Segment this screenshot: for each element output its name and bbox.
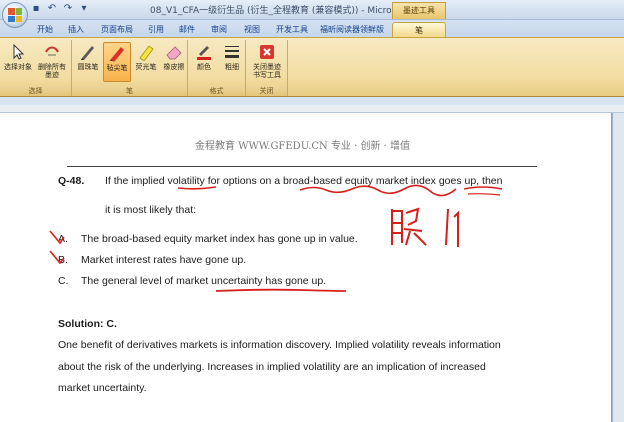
ink-underline-goes-up-2 — [467, 193, 501, 196]
document-area: 金程教育 WWW.GFEDU.CN 专业 · 创新 · 增值 Q-48. If … — [0, 113, 624, 422]
highlighter-icon — [139, 45, 154, 61]
office-button[interactable] — [2, 2, 28, 28]
word-window: ▪ ↶ ↷ ▾ 08_V1_CFA一级衍生品 (衍生_全程教育 (兼容模式)) … — [0, 0, 624, 422]
option-b-letter: B. — [58, 254, 68, 266]
office-logo-icon — [8, 8, 22, 22]
highlighter-label: 荧光笔 — [135, 63, 157, 71]
erase-ink-icon — [45, 46, 59, 56]
color-label: 颜色 — [197, 63, 211, 71]
felt-tip-pen-icon — [110, 47, 124, 62]
weight-button[interactable]: 粗细 — [218, 42, 246, 82]
ink-underline-goes-up — [463, 186, 503, 190]
tab-view[interactable]: 视图 — [240, 22, 264, 37]
group-select: 选择对象 删除所有墨迹 选择 — [0, 40, 72, 96]
tab-insert[interactable]: 插入 — [63, 22, 89, 37]
group-select-label: 选择 — [0, 86, 71, 96]
close-ink-tools-label: 关闭墨迹书写工具 — [253, 63, 281, 79]
ballpoint-pen-icon — [81, 46, 94, 60]
question-line-2: it is most likely that: — [105, 204, 197, 216]
option-a-letter: A. — [58, 233, 68, 245]
ink-handwriting — [391, 207, 459, 247]
tab-review[interactable]: 审阅 — [207, 22, 231, 37]
tab-developer[interactable]: 开发工具 — [272, 22, 312, 37]
select-objects-button[interactable]: 选择对象 — [4, 42, 32, 82]
header-rule — [67, 166, 537, 167]
tab-home[interactable]: 开始 — [32, 22, 58, 37]
ballpoint-pen-label: 圆珠笔 — [77, 63, 99, 71]
ribbon-footer — [0, 97, 624, 105]
line-weight-icon — [225, 46, 239, 58]
weight-label: 粗细 — [225, 63, 239, 71]
option-b-text: Market interest rates have gone up. — [81, 254, 247, 266]
option-a-text: The broad-based equity market index has … — [81, 233, 358, 245]
group-pens: 圆珠笔 毡尖笔 荧光笔 橡皮擦 笔 — [72, 40, 188, 96]
solution-heading: Solution: C. — [58, 318, 117, 330]
question-line-1: If the implied volatility for options on… — [105, 175, 503, 187]
group-pens-label: 笔 — [72, 86, 187, 96]
highlighter-button[interactable]: 荧光笔 — [132, 42, 160, 82]
erase-all-ink-button[interactable]: 删除所有墨迹 — [36, 42, 68, 82]
cursor-arrow-icon — [13, 43, 25, 60]
tab-pens[interactable]: 笔 — [392, 22, 446, 37]
ink-tools-context-header: 墨迹工具 — [392, 2, 446, 19]
vertical-scrollbar[interactable] — [612, 113, 624, 422]
save-icon[interactable]: ▪ — [30, 3, 42, 15]
felt-tip-pen-label: 毡尖笔 — [106, 64, 128, 72]
felt-tip-pen-button[interactable]: 毡尖笔 — [103, 42, 131, 82]
redo-icon[interactable]: ↷ — [62, 3, 74, 15]
color-button[interactable]: 颜色 — [190, 42, 218, 82]
tab-foxit-reader[interactable]: 福昕阅读器领鲜版 — [318, 22, 386, 37]
pen-color-icon — [197, 46, 211, 60]
eraser-button[interactable]: 橡皮擦 — [160, 42, 188, 82]
group-close: 关闭墨迹书写工具 关闭 — [246, 40, 288, 96]
close-icon — [260, 45, 274, 59]
quick-access-toolbar: ▪ ↶ ↷ ▾ — [30, 3, 90, 15]
ballpoint-pen-button[interactable]: 圆珠笔 — [74, 42, 102, 82]
option-c-text: The general level of market uncertainty … — [81, 275, 327, 287]
option-c-letter: C. — [58, 275, 69, 287]
ink-underline-volatility — [177, 186, 217, 190]
undo-icon[interactable]: ↶ — [46, 3, 58, 15]
tab-mailings[interactable]: 邮件 — [175, 22, 199, 37]
ribbon-tabs: 开始 插入 页面布局 引用 邮件 审阅 视图 开发工具 福昕阅读器领鲜版 笔 — [0, 20, 624, 38]
ink-underline-option-c — [215, 288, 347, 292]
solution-line-2: about the risk of the underlying. Increa… — [58, 361, 486, 373]
solution-line-3: market uncertainty. — [58, 382, 147, 394]
question-number: Q-48. — [58, 175, 85, 187]
group-format: 颜色 粗细 格式 — [188, 40, 246, 96]
ribbon: 选择对象 删除所有墨迹 选择 圆珠笔 毡尖笔 荧光笔 橡皮擦 笔 颜色 粗细 格… — [0, 37, 624, 97]
ink-annotations — [49, 184, 503, 292]
select-objects-label: 选择对象 — [4, 63, 32, 71]
close-ink-tools-button[interactable]: 关闭墨迹书写工具 — [250, 42, 284, 82]
tab-page-layout[interactable]: 页面布局 — [95, 22, 139, 37]
group-close-label: 关闭 — [246, 86, 287, 96]
erase-all-ink-label: 删除所有墨迹 — [38, 63, 66, 79]
eraser-label: 橡皮擦 — [163, 63, 185, 71]
horizontal-ruler[interactable] — [0, 105, 624, 113]
title-bar: ▪ ↶ ↷ ▾ 08_V1_CFA一级衍生品 (衍生_全程教育 (兼容模式)) … — [0, 0, 624, 20]
group-format-label: 格式 — [188, 86, 245, 96]
page-header: 金程教育 WWW.GFEDU.CN 专业 · 创新 · 增值 — [195, 141, 411, 152]
tab-references[interactable]: 引用 — [144, 22, 168, 37]
customize-qat-icon[interactable]: ▾ — [78, 3, 90, 15]
document-page[interactable]: 金程教育 WWW.GFEDU.CN 专业 · 创新 · 增值 Q-48. If … — [0, 113, 612, 422]
eraser-icon — [166, 46, 182, 60]
solution-line-1: One benefit of derivatives markets is in… — [58, 339, 501, 351]
